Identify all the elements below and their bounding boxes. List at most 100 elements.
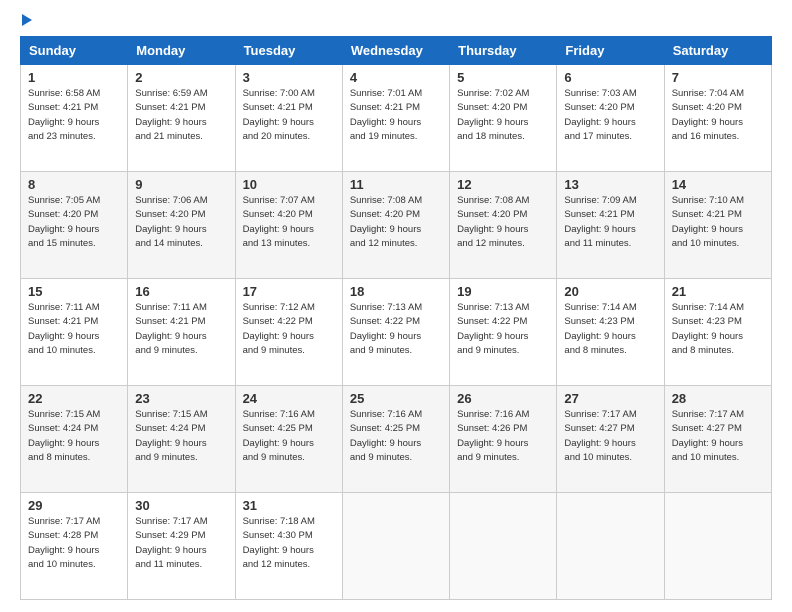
day-number: 6 [564, 70, 656, 85]
day-number: 7 [672, 70, 764, 85]
calendar: SundayMondayTuesdayWednesdayThursdayFrid… [20, 36, 772, 600]
day-cell [450, 493, 557, 600]
day-number: 14 [672, 177, 764, 192]
col-header-saturday: Saturday [664, 37, 771, 65]
day-cell: 25 Sunrise: 7:16 AMSunset: 4:25 PMDayligh… [342, 386, 449, 493]
day-info: Sunrise: 7:16 AMSunset: 4:25 PMDaylight:… [243, 408, 335, 465]
day-number: 27 [564, 391, 656, 406]
day-number: 2 [135, 70, 227, 85]
day-number: 8 [28, 177, 120, 192]
day-cell: 7 Sunrise: 7:04 AMSunset: 4:20 PMDaylight… [664, 65, 771, 172]
day-number: 20 [564, 284, 656, 299]
day-cell: 30 Sunrise: 7:17 AMSunset: 4:29 PMDayligh… [128, 493, 235, 600]
day-cell: 13Sunrise: 7:09 AMSunset: 4:21 PMDayligh… [557, 172, 664, 279]
week-row-2: 8 Sunrise: 7:05 AMSunset: 4:20 PMDaylight… [21, 172, 772, 279]
day-cell: 15 Sunrise: 7:11 AMSunset: 4:21 PMDayligh… [21, 279, 128, 386]
day-info: Sunrise: 7:01 AMSunset: 4:21 PMDaylight:… [350, 87, 442, 144]
logo [20, 16, 32, 26]
day-number: 1 [28, 70, 120, 85]
day-number: 15 [28, 284, 120, 299]
day-cell: 24 Sunrise: 7:16 AMSunset: 4:25 PMDayligh… [235, 386, 342, 493]
header-row: SundayMondayTuesdayWednesdayThursdayFrid… [21, 37, 772, 65]
day-cell: 9 Sunrise: 7:06 AMSunset: 4:20 PMDaylight… [128, 172, 235, 279]
day-info: Sunrise: 7:08 AMSunset: 4:20 PMDaylight:… [350, 194, 442, 251]
day-info: Sunrise: 7:17 AMSunset: 4:29 PMDaylight:… [135, 515, 227, 572]
day-info: Sunrise: 6:58 AMSunset: 4:21 PMDaylight:… [28, 87, 120, 144]
day-cell: 17 Sunrise: 7:12 AMSunset: 4:22 PMDayligh… [235, 279, 342, 386]
day-number: 18 [350, 284, 442, 299]
day-info: Sunrise: 7:06 AMSunset: 4:20 PMDaylight:… [135, 194, 227, 251]
day-cell: 8 Sunrise: 7:05 AMSunset: 4:20 PMDaylight… [21, 172, 128, 279]
day-number: 23 [135, 391, 227, 406]
day-info: Sunrise: 7:15 AMSunset: 4:24 PMDaylight:… [28, 408, 120, 465]
day-number: 17 [243, 284, 335, 299]
day-info: Sunrise: 7:14 AMSunset: 4:23 PMDaylight:… [564, 301, 656, 358]
day-cell [342, 493, 449, 600]
day-info: Sunrise: 7:04 AMSunset: 4:20 PMDaylight:… [672, 87, 764, 144]
day-info: Sunrise: 7:00 AMSunset: 4:21 PMDaylight:… [243, 87, 335, 144]
week-row-4: 22 Sunrise: 7:15 AMSunset: 4:24 PMDayligh… [21, 386, 772, 493]
day-number: 21 [672, 284, 764, 299]
week-row-1: 1 Sunrise: 6:58 AMSunset: 4:21 PMDaylight… [21, 65, 772, 172]
day-cell: 21Sunrise: 7:14 AMSunset: 4:23 PMDayligh… [664, 279, 771, 386]
day-info: Sunrise: 7:11 AMSunset: 4:21 PMDaylight:… [135, 301, 227, 358]
day-info: Sunrise: 7:16 AMSunset: 4:25 PMDaylight:… [350, 408, 442, 465]
col-header-tuesday: Tuesday [235, 37, 342, 65]
day-cell: 29 Sunrise: 7:17 AMSunset: 4:28 PMDayligh… [21, 493, 128, 600]
day-cell: 11Sunrise: 7:08 AMSunset: 4:20 PMDayligh… [342, 172, 449, 279]
day-cell: 1 Sunrise: 6:58 AMSunset: 4:21 PMDaylight… [21, 65, 128, 172]
col-header-thursday: Thursday [450, 37, 557, 65]
day-cell [557, 493, 664, 600]
day-cell: 20 Sunrise: 7:14 AMSunset: 4:23 PMDayligh… [557, 279, 664, 386]
col-header-wednesday: Wednesday [342, 37, 449, 65]
day-number: 22 [28, 391, 120, 406]
day-cell: 4 Sunrise: 7:01 AMSunset: 4:21 PMDaylight… [342, 65, 449, 172]
day-cell [664, 493, 771, 600]
day-info: Sunrise: 7:07 AMSunset: 4:20 PMDaylight:… [243, 194, 335, 251]
day-cell: 31 Sunrise: 7:18 AMSunset: 4:30 PMDayligh… [235, 493, 342, 600]
day-info: Sunrise: 6:59 AMSunset: 4:21 PMDaylight:… [135, 87, 227, 144]
day-info: Sunrise: 7:18 AMSunset: 4:30 PMDaylight:… [243, 515, 335, 572]
day-info: Sunrise: 7:02 AMSunset: 4:20 PMDaylight:… [457, 87, 549, 144]
day-info: Sunrise: 7:17 AMSunset: 4:28 PMDaylight:… [28, 515, 120, 572]
col-header-monday: Monday [128, 37, 235, 65]
day-number: 31 [243, 498, 335, 513]
day-cell: 18 Sunrise: 7:13 AMSunset: 4:22 PMDayligh… [342, 279, 449, 386]
day-number: 30 [135, 498, 227, 513]
day-info: Sunrise: 7:16 AMSunset: 4:26 PMDaylight:… [457, 408, 549, 465]
day-cell: 6 Sunrise: 7:03 AMSunset: 4:20 PMDaylight… [557, 65, 664, 172]
day-cell: 16 Sunrise: 7:11 AMSunset: 4:21 PMDayligh… [128, 279, 235, 386]
day-info: Sunrise: 7:10 AMSunset: 4:21 PMDaylight:… [672, 194, 764, 251]
day-info: Sunrise: 7:15 AMSunset: 4:24 PMDaylight:… [135, 408, 227, 465]
logo-arrow-icon [22, 14, 32, 26]
day-number: 10 [243, 177, 335, 192]
day-number: 28 [672, 391, 764, 406]
day-number: 25 [350, 391, 442, 406]
day-cell: 22 Sunrise: 7:15 AMSunset: 4:24 PMDayligh… [21, 386, 128, 493]
day-number: 26 [457, 391, 549, 406]
day-cell: 14 Sunrise: 7:10 AMSunset: 4:21 PMDayligh… [664, 172, 771, 279]
day-info: Sunrise: 7:13 AMSunset: 4:22 PMDaylight:… [350, 301, 442, 358]
day-info: Sunrise: 7:17 AMSunset: 4:27 PMDaylight:… [564, 408, 656, 465]
day-number: 9 [135, 177, 227, 192]
day-cell: 10 Sunrise: 7:07 AMSunset: 4:20 PMDayligh… [235, 172, 342, 279]
day-cell: 5Sunrise: 7:02 AMSunset: 4:20 PMDaylight… [450, 65, 557, 172]
day-cell: 12Sunrise: 7:08 AMSunset: 4:20 PMDayligh… [450, 172, 557, 279]
col-header-friday: Friday [557, 37, 664, 65]
col-header-sunday: Sunday [21, 37, 128, 65]
day-info: Sunrise: 7:13 AMSunset: 4:22 PMDaylight:… [457, 301, 549, 358]
day-number: 24 [243, 391, 335, 406]
day-number: 16 [135, 284, 227, 299]
day-number: 29 [28, 498, 120, 513]
day-info: Sunrise: 7:05 AMSunset: 4:20 PMDaylight:… [28, 194, 120, 251]
day-number: 4 [350, 70, 442, 85]
day-number: 13 [564, 177, 656, 192]
day-info: Sunrise: 7:03 AMSunset: 4:20 PMDaylight:… [564, 87, 656, 144]
day-cell: 2 Sunrise: 6:59 AMSunset: 4:21 PMDaylight… [128, 65, 235, 172]
day-cell: 23 Sunrise: 7:15 AMSunset: 4:24 PMDayligh… [128, 386, 235, 493]
header [20, 16, 772, 26]
day-info: Sunrise: 7:12 AMSunset: 4:22 PMDaylight:… [243, 301, 335, 358]
day-info: Sunrise: 7:11 AMSunset: 4:21 PMDaylight:… [28, 301, 120, 358]
day-number: 19 [457, 284, 549, 299]
day-cell: 19 Sunrise: 7:13 AMSunset: 4:22 PMDayligh… [450, 279, 557, 386]
